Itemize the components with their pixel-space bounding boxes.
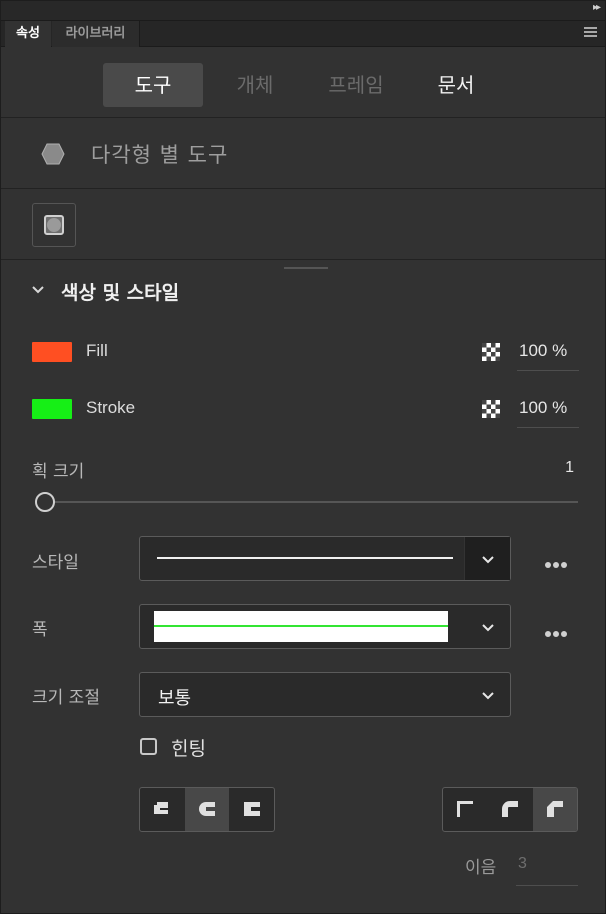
stroke-alpha-value[interactable]: 100 % (519, 398, 567, 418)
join-bevel-button[interactable] (533, 788, 577, 831)
cap-square-icon (244, 802, 260, 816)
collapse-panel-icon[interactable]: ▸▸ (593, 2, 601, 13)
width-dropdown[interactable] (139, 604, 511, 649)
join-round-button[interactable] (488, 788, 532, 831)
checkerboard-alpha-icon (482, 400, 500, 418)
cap-round-button[interactable] (185, 788, 229, 831)
join-miter-button[interactable] (443, 788, 487, 831)
cap-round-icon (199, 802, 215, 816)
tool-name: 다각형 별 도구 (91, 143, 229, 167)
cap-square-button[interactable] (230, 788, 274, 831)
cap-none-icon (154, 802, 168, 814)
join-round-icon (502, 801, 518, 817)
join-button-group (442, 787, 578, 832)
stroke-row: Stroke 100 % (1, 389, 605, 429)
mode-tabs: 도구 개체 프레임 문서 (1, 48, 605, 118)
stroke-size-slider-thumb[interactable] (35, 492, 55, 512)
width-profile-line (154, 625, 448, 627)
checkerboard-alpha-icon (482, 343, 500, 361)
cap-button-group (139, 787, 275, 832)
chevron-down-icon (482, 624, 494, 632)
hinting-checkbox[interactable] (140, 738, 157, 755)
stroke-color-swatch[interactable] (32, 399, 72, 419)
mode-tab-tool[interactable]: 도구 (103, 63, 203, 107)
mode-tab-document[interactable]: 문서 (406, 63, 506, 107)
panel-tab-row: 속성 라이브러리 (1, 21, 605, 47)
stroke-size-label: 획 크기 (32, 462, 85, 482)
style-label: 스타일 (32, 553, 79, 573)
miter-value[interactable]: 3 (518, 855, 527, 873)
section-drag-handle[interactable] (284, 267, 328, 269)
stroke-size-slider-track[interactable] (37, 501, 578, 503)
chevron-down-icon (482, 556, 494, 564)
section-title: 색상 및 스타일 (61, 282, 180, 304)
width-label: 폭 (32, 620, 48, 640)
fill-color-swatch[interactable] (32, 342, 72, 362)
hamburger-menu-icon[interactable] (584, 27, 597, 41)
style-more-options-button[interactable] (545, 553, 573, 568)
width-more-options-button[interactable] (545, 622, 573, 637)
current-tool-row: 다각형 별 도구 (1, 119, 605, 189)
stroke-alpha-underline (517, 427, 579, 428)
fill-alpha-underline (517, 370, 579, 371)
mode-tab-object: 개체 (236, 73, 274, 97)
join-miter-icon (457, 801, 473, 817)
properties-panel: ▸▸ 속성 라이브러리 도구 개체 프레임 문서 다각형 별 도구 색상 및 스… (0, 0, 606, 914)
mode-tab-frame: 프레임 (328, 73, 384, 97)
miter-underline (516, 885, 578, 886)
fill-alpha-value[interactable]: 100 % (519, 341, 567, 361)
tool-options-button[interactable] (32, 203, 76, 247)
stroke-size-value[interactable]: 1 (565, 459, 574, 477)
cap-none-button[interactable] (140, 788, 184, 831)
tab-properties[interactable]: 속성 (5, 21, 51, 47)
tool-options-icon (44, 215, 64, 235)
scale-dropdown-value: 보통 (158, 688, 192, 709)
tool-options-row (1, 190, 605, 260)
fill-row: Fill 100 % (1, 332, 605, 372)
scale-label: 크기 조절 (32, 688, 100, 708)
join-bevel-icon (547, 801, 563, 817)
chevron-down-icon (482, 692, 494, 700)
panel-collapse-strip: ▸▸ (1, 1, 605, 21)
stroke-label: Stroke (86, 398, 136, 417)
fill-label: Fill (86, 341, 108, 360)
hinting-label: 힌팅 (171, 738, 206, 760)
width-profile-preview (154, 611, 448, 642)
tab-library[interactable]: 라이브러리 (52, 21, 140, 47)
style-dropdown[interactable] (139, 536, 511, 581)
stroke-style-preview (157, 557, 453, 559)
miter-label: 이음 (465, 858, 497, 878)
polygon-icon (41, 143, 65, 165)
scale-dropdown[interactable]: 보통 (139, 672, 511, 717)
chevron-down-icon (32, 286, 44, 294)
style-dropdown-toggle[interactable] (464, 537, 510, 580)
